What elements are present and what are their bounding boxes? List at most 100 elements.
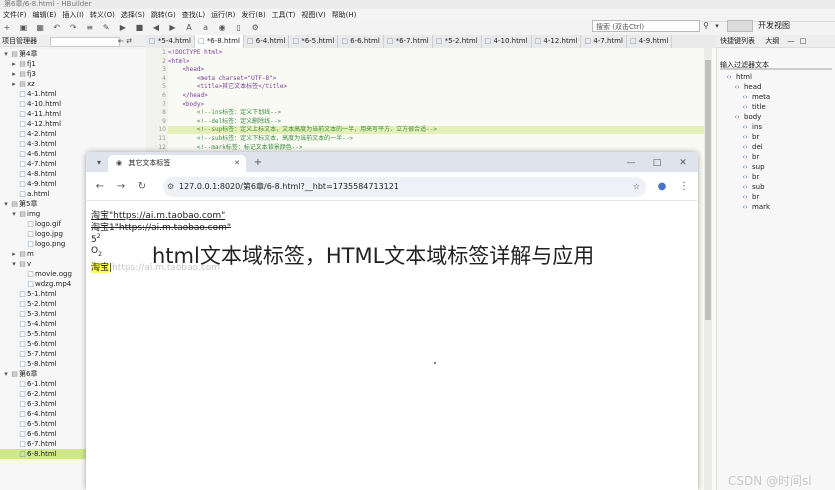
redo-icon[interactable]: ↷ bbox=[67, 22, 79, 34]
outline-item[interactable]: ‹› br bbox=[740, 132, 759, 142]
project-filter-input[interactable] bbox=[50, 37, 120, 47]
outline-item[interactable]: ‹› body bbox=[732, 112, 761, 122]
tree-file[interactable]: □4-1.html bbox=[0, 89, 156, 99]
tree-file[interactable]: □4-12.html bbox=[0, 119, 156, 129]
save-icon[interactable]: ▣ bbox=[18, 22, 30, 34]
ide-search-input[interactable]: 搜索 (双击Ctrl) bbox=[592, 20, 700, 32]
outline-item[interactable]: ‹› sup bbox=[740, 162, 764, 172]
chevron-icon[interactable]: ▸ bbox=[10, 249, 18, 259]
browser-tab[interactable]: ◉ 其它文本标签 ✕ bbox=[108, 155, 246, 172]
chevron-icon[interactable]: ▸ bbox=[10, 69, 18, 79]
chevron-icon[interactable]: ▾ bbox=[2, 49, 10, 59]
code-line[interactable]: <head> bbox=[168, 66, 204, 74]
outline-item[interactable]: ‹› sub bbox=[740, 182, 764, 192]
outline-item[interactable]: ‹› ins bbox=[740, 122, 762, 132]
maximize-icon[interactable]: □ bbox=[800, 37, 807, 45]
menu-item[interactable]: 发行(B) bbox=[238, 9, 268, 21]
tree-folder[interactable]: ▸ ▤fj1 bbox=[0, 59, 156, 69]
link-icon[interactable]: ⇄ bbox=[126, 37, 132, 45]
code-line[interactable]: <!--del标签：定义删除线--> bbox=[168, 118, 281, 126]
site-info-icon[interactable]: ⚙ bbox=[167, 177, 174, 197]
code-line[interactable]: <!--mark标签：标记文本背景颜色--> bbox=[168, 144, 303, 152]
window-minimize-icon[interactable]: — bbox=[624, 156, 638, 170]
editor-tab[interactable]: □ *6-5.html bbox=[289, 35, 339, 48]
code-line[interactable]: <title>其它文本标签</title> bbox=[168, 83, 287, 91]
menu-item[interactable]: 运行(R) bbox=[208, 9, 238, 21]
code-line[interactable]: <html> bbox=[168, 58, 190, 66]
chevron-icon[interactable]: ▸ bbox=[10, 59, 18, 69]
editor-tab[interactable]: □ 4-9.html bbox=[627, 35, 673, 48]
menu-item[interactable]: 选择(S) bbox=[118, 9, 148, 21]
font-larger-icon[interactable]: A bbox=[183, 22, 195, 34]
chevron-icon[interactable]: ▾ bbox=[2, 199, 10, 209]
browser-icon[interactable]: ◉ bbox=[216, 22, 228, 34]
editor-tab[interactable]: □ 6-6.html bbox=[338, 35, 384, 48]
tree-file[interactable]: □4-2.html bbox=[0, 129, 156, 139]
outline-item[interactable]: ‹› title bbox=[740, 102, 766, 112]
undo-icon[interactable]: ↶ bbox=[51, 22, 63, 34]
menu-item[interactable]: 插入(I) bbox=[59, 9, 87, 21]
editor-tab[interactable]: □ 6-4.html bbox=[244, 35, 290, 48]
arrow-right-icon[interactable]: ▶ bbox=[166, 22, 178, 34]
collapse-icon[interactable]: ⇤ bbox=[118, 37, 124, 45]
editor-tab[interactable]: □ *5-4.html bbox=[146, 35, 195, 48]
menu-item[interactable]: 工具(T) bbox=[269, 9, 299, 21]
save-all-icon[interactable]: ▦ bbox=[34, 22, 46, 34]
outline-item[interactable]: ‹› meta bbox=[740, 92, 770, 102]
code-line[interactable]: <body> bbox=[168, 101, 204, 109]
new-file-icon[interactable]: + bbox=[1, 22, 13, 34]
editor-tab[interactable]: □ 4-10.html bbox=[482, 35, 532, 48]
editor-scroll-thumb[interactable] bbox=[705, 60, 711, 320]
outline-item[interactable]: ‹› html bbox=[724, 72, 752, 82]
bookmark-star-icon[interactable]: ☆ bbox=[633, 177, 640, 197]
chevron-icon[interactable]: ▾ bbox=[2, 369, 10, 379]
phone-icon[interactable]: ▯ bbox=[233, 22, 245, 34]
tree-folder[interactable]: ▸ ▤fj3 bbox=[0, 69, 156, 79]
stop-icon[interactable]: ■ bbox=[133, 22, 145, 34]
menu-kebab-icon[interactable]: ⋮ bbox=[677, 180, 691, 194]
menu-item[interactable]: 视图(V) bbox=[298, 9, 328, 21]
chevron-down-icon[interactable]: ▾ bbox=[712, 20, 722, 32]
code-line[interactable]: <meta charset="UTF-8"> bbox=[168, 75, 276, 83]
chevron-icon[interactable]: ▾ bbox=[10, 209, 18, 219]
format-icon[interactable]: ≡ bbox=[84, 22, 96, 34]
menu-item[interactable]: 跳转(G) bbox=[148, 9, 179, 21]
menu-item[interactable]: 文件(F) bbox=[0, 9, 30, 21]
code-line[interactable]: <!--sub标签：定义下标文本，高度为当前文本的一半--> bbox=[168, 135, 353, 143]
code-line[interactable]: <!--sup标签：定义上标文本，文本高度为当前文本的一半，用来写平方、立方很合… bbox=[168, 126, 437, 134]
code-line[interactable]: <!--ins标签：定义下划线--> bbox=[168, 109, 281, 117]
font-smaller-icon[interactable]: a bbox=[200, 22, 212, 34]
outline-item[interactable]: ‹› br bbox=[740, 172, 759, 182]
comment-icon[interactable]: ✎ bbox=[100, 22, 112, 34]
outline-item[interactable]: ‹› del bbox=[740, 142, 763, 152]
tab-search-icon[interactable]: ▾ bbox=[92, 156, 106, 170]
minimize-icon[interactable]: — bbox=[787, 37, 794, 45]
view-toggle-button[interactable] bbox=[727, 20, 753, 32]
chevron-icon[interactable]: ▾ bbox=[10, 259, 18, 269]
run-icon[interactable]: ▶ bbox=[117, 22, 129, 34]
editor-tab[interactable]: □ *6-8.html bbox=[194, 35, 244, 48]
editor-tab[interactable]: □ *6-7.html bbox=[384, 35, 433, 48]
menu-item[interactable]: 帮助(H) bbox=[329, 9, 360, 21]
tree-folder[interactable]: ▸ ▤xz bbox=[0, 79, 156, 89]
profile-icon[interactable]: ● bbox=[655, 180, 669, 194]
outline-item[interactable]: ‹› mark bbox=[740, 202, 770, 212]
editor-tab[interactable]: □ 4-12.html bbox=[532, 35, 582, 48]
window-close-icon[interactable]: ✕ bbox=[676, 156, 690, 170]
back-icon[interactable]: ← bbox=[93, 180, 107, 194]
panel-tab-shortcuts[interactable]: 快捷键列表 bbox=[720, 37, 755, 45]
outline-item[interactable]: ‹› head bbox=[732, 82, 761, 92]
chevron-icon[interactable]: ▸ bbox=[10, 79, 18, 89]
close-tab-icon[interactable]: ✕ bbox=[234, 155, 240, 172]
editor-tab[interactable]: □ 4-7.html bbox=[581, 35, 627, 48]
new-tab-icon[interactable]: + bbox=[251, 156, 265, 170]
window-maximize-icon[interactable]: □ bbox=[650, 156, 664, 170]
tree-file[interactable]: □4-3.html bbox=[0, 139, 156, 149]
arrow-left-icon[interactable]: ◀ bbox=[150, 22, 162, 34]
search-icon[interactable]: ⚲ bbox=[700, 20, 712, 32]
tree-file[interactable]: □4-11.html bbox=[0, 109, 156, 119]
forward-icon[interactable]: → bbox=[114, 180, 128, 194]
tree-folder[interactable]: ▾ ▤第4章 bbox=[0, 49, 148, 59]
menu-item[interactable]: 转义(O) bbox=[87, 9, 118, 21]
code-line[interactable]: </head> bbox=[168, 92, 207, 100]
